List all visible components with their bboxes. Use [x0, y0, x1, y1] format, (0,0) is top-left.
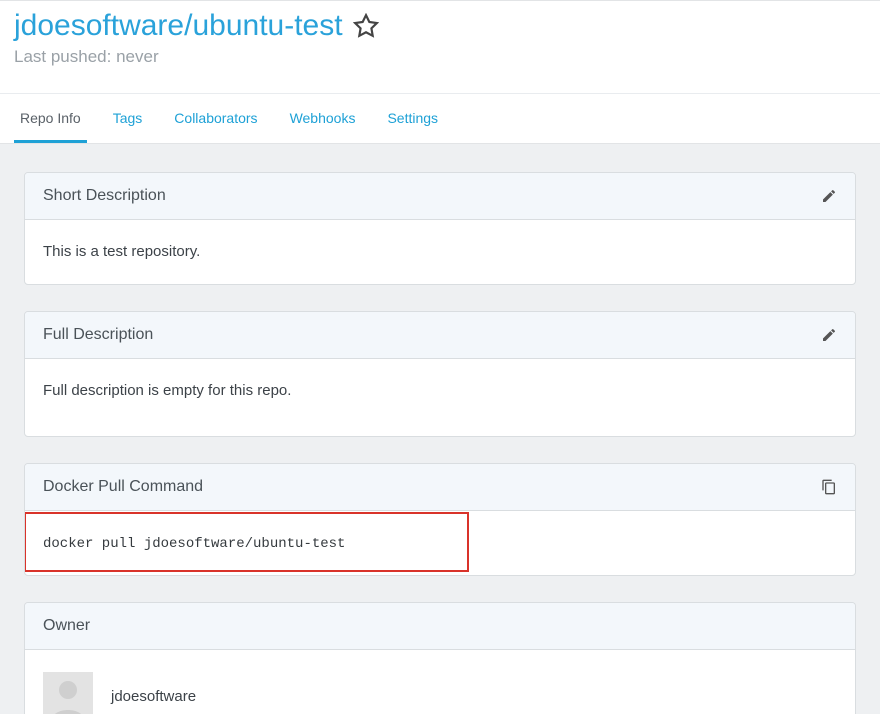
star-icon[interactable] [353, 13, 379, 39]
pull-command-body: docker pull jdoesoftware/ubuntu-test [25, 511, 855, 575]
panel-header: Owner [25, 603, 855, 650]
content: Short Description This is a test reposit… [0, 144, 880, 714]
panel-title: Short Description [43, 187, 166, 205]
edit-icon[interactable] [821, 188, 837, 204]
pull-command-text: docker pull jdoesoftware/ubuntu-test [43, 536, 345, 552]
tab-repo-info[interactable]: Repo Info [14, 94, 87, 143]
owner-body: jdoesoftware [25, 650, 855, 714]
repo-title: jdoesoftware/ubuntu-test [14, 9, 343, 43]
tab-tags[interactable]: Tags [107, 94, 149, 143]
tab-collaborators[interactable]: Collaborators [168, 94, 263, 143]
copy-icon[interactable] [821, 479, 837, 495]
edit-icon[interactable] [821, 327, 837, 343]
tabs: Repo Info Tags Collaborators Webhooks Se… [0, 93, 880, 143]
panel-title: Owner [43, 617, 90, 635]
page-root: jdoesoftware/ubuntu-test Last pushed: ne… [0, 0, 880, 714]
panel-header: Short Description [25, 173, 855, 220]
repo-header: jdoesoftware/ubuntu-test Last pushed: ne… [0, 0, 880, 144]
full-description-text: Full description is empty for this repo. [25, 359, 855, 437]
panel-full-description: Full Description Full description is emp… [24, 311, 856, 438]
panel-title: Full Description [43, 326, 153, 344]
owner-row: jdoesoftware [43, 672, 837, 714]
panel-owner: Owner jdoesoftware [24, 602, 856, 714]
repo-owner-link[interactable]: jdoesoftware [14, 9, 184, 42]
short-description-text: This is a test repository. [25, 220, 855, 284]
avatar [43, 672, 93, 714]
panel-docker-pull: Docker Pull Command docker pull jdoesoft… [24, 463, 856, 576]
panel-header: Full Description [25, 312, 855, 359]
repo-name-link[interactable]: ubuntu-test [192, 9, 342, 42]
repo-title-row: jdoesoftware/ubuntu-test [0, 7, 880, 45]
tab-settings[interactable]: Settings [381, 94, 444, 143]
panel-header: Docker Pull Command [25, 464, 855, 511]
owner-name: jdoesoftware [111, 687, 196, 707]
panel-title: Docker Pull Command [43, 478, 203, 496]
tab-webhooks[interactable]: Webhooks [284, 94, 362, 143]
panel-short-description: Short Description This is a test reposit… [24, 172, 856, 285]
last-pushed: Last pushed: never [0, 45, 880, 75]
